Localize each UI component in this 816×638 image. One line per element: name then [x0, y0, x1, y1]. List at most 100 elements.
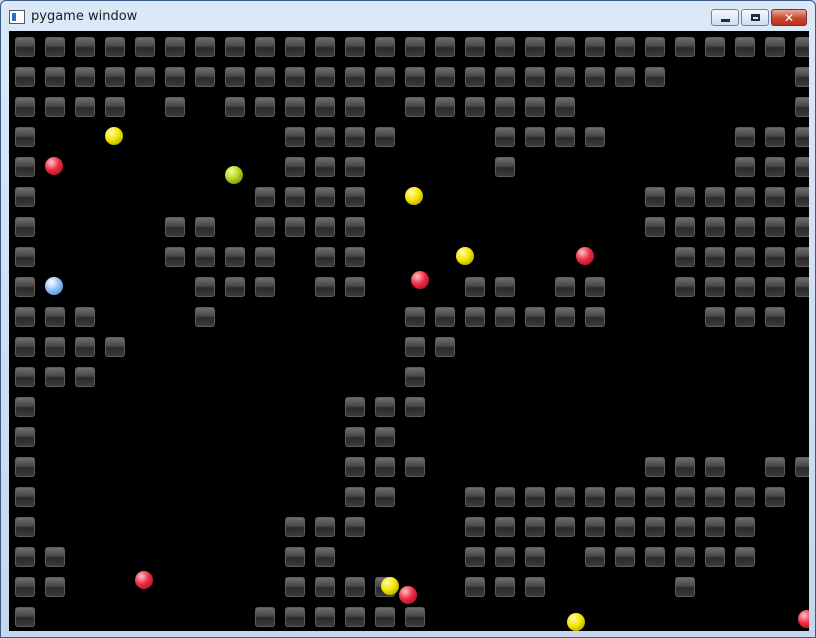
brick	[375, 457, 395, 477]
brick	[15, 367, 35, 387]
brick	[405, 607, 425, 627]
brick	[345, 67, 365, 87]
brick	[555, 277, 575, 297]
brick	[525, 67, 545, 87]
brick	[465, 517, 485, 537]
brick	[525, 307, 545, 327]
brick	[405, 307, 425, 327]
brick	[405, 97, 425, 117]
brick	[225, 277, 245, 297]
window-title: pygame window	[31, 9, 138, 24]
brick	[195, 67, 215, 87]
brick	[465, 37, 485, 57]
yellow-ball	[456, 247, 474, 265]
brick	[765, 307, 785, 327]
brick	[705, 277, 725, 297]
brick	[315, 277, 335, 297]
brick	[645, 517, 665, 537]
brick	[195, 307, 215, 327]
brick	[375, 607, 395, 627]
brick	[345, 277, 365, 297]
brick	[585, 127, 605, 147]
brick	[15, 217, 35, 237]
brick	[585, 307, 605, 327]
brick	[495, 517, 515, 537]
brick	[705, 457, 725, 477]
yellow-ball	[405, 187, 423, 205]
brick	[15, 547, 35, 567]
maximize-button[interactable]	[741, 9, 769, 26]
brick	[735, 217, 755, 237]
brick	[675, 547, 695, 567]
brick	[735, 127, 755, 147]
brick	[705, 247, 725, 267]
brick	[375, 67, 395, 87]
brick	[405, 397, 425, 417]
brick	[495, 577, 515, 597]
brick	[765, 157, 785, 177]
brick	[345, 37, 365, 57]
brick	[15, 517, 35, 537]
brick	[195, 247, 215, 267]
brick	[345, 457, 365, 477]
game-canvas[interactable]	[9, 31, 809, 631]
maximize-icon	[750, 14, 760, 21]
brick	[555, 307, 575, 327]
brick	[375, 487, 395, 507]
brick	[765, 217, 785, 237]
brick	[795, 187, 809, 207]
brick	[15, 187, 35, 207]
brick	[435, 37, 455, 57]
minimize-icon	[720, 19, 730, 22]
brick	[765, 487, 785, 507]
brick	[675, 247, 695, 267]
brick	[15, 427, 35, 447]
brick	[45, 577, 65, 597]
brick	[165, 247, 185, 267]
brick	[195, 37, 215, 57]
brick	[645, 457, 665, 477]
brick	[75, 337, 95, 357]
brick	[15, 337, 35, 357]
brick	[615, 547, 635, 567]
brick	[105, 67, 125, 87]
brick	[795, 277, 809, 297]
brick	[345, 517, 365, 537]
brick	[315, 217, 335, 237]
brick	[675, 187, 695, 207]
brick	[405, 37, 425, 57]
brick	[405, 337, 425, 357]
brick	[165, 97, 185, 117]
brick	[615, 517, 635, 537]
brick	[435, 67, 455, 87]
brick	[255, 97, 275, 117]
brick	[555, 127, 575, 147]
brick	[75, 367, 95, 387]
brick	[465, 97, 485, 117]
minimize-button[interactable]	[711, 9, 739, 26]
brick	[765, 187, 785, 207]
close-button[interactable]: ✕	[771, 9, 807, 26]
brick	[15, 307, 35, 327]
yellow-ball	[567, 613, 585, 631]
brick	[645, 37, 665, 57]
brick	[795, 37, 809, 57]
brick	[45, 97, 65, 117]
brick	[525, 97, 545, 117]
brick	[345, 157, 365, 177]
brick	[285, 37, 305, 57]
brick	[465, 277, 485, 297]
brick	[45, 307, 65, 327]
brick	[525, 517, 545, 537]
brick	[15, 397, 35, 417]
brick	[225, 37, 245, 57]
brick	[555, 67, 575, 87]
brick	[15, 247, 35, 267]
brick	[285, 577, 305, 597]
red-ball	[798, 610, 809, 628]
yellow-ball	[381, 577, 399, 595]
brick	[75, 67, 95, 87]
brick	[555, 517, 575, 537]
title-bar[interactable]: pygame window ✕	[1, 1, 815, 31]
brick	[405, 457, 425, 477]
